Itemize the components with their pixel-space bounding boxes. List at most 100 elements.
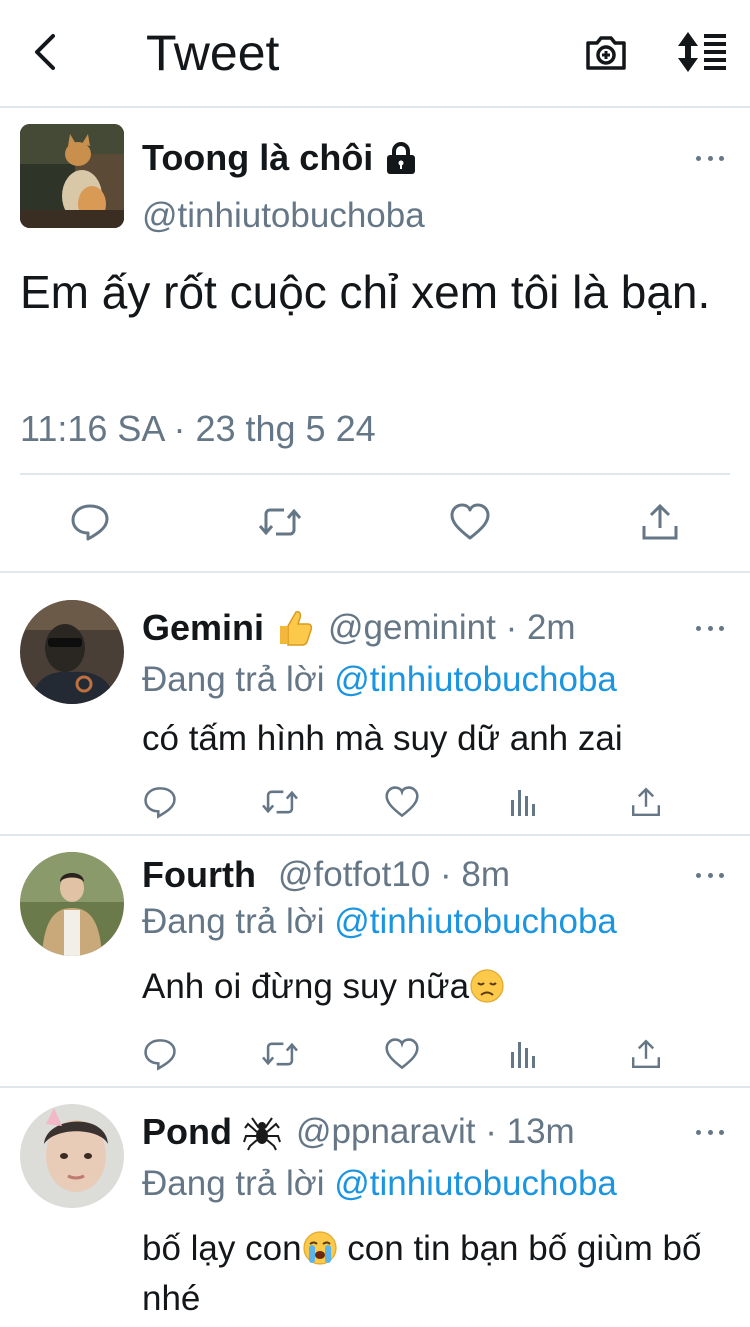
reply-header: Gemini @geminint · 2m — [142, 606, 576, 650]
replying-prefix: Đang trả lời — [142, 1164, 335, 1203]
person-photo-icon — [20, 852, 124, 956]
reply-text-content: Anh oi đừng suy nữa — [142, 967, 470, 1006]
person-photo-icon — [20, 600, 124, 704]
more-options-button[interactable] — [696, 618, 724, 638]
reply-header: Fourth @fotfot10 · 8m — [142, 853, 510, 897]
replying-prefix: Đang trả lời — [142, 660, 335, 699]
back-button[interactable] — [24, 28, 68, 76]
divider — [0, 571, 750, 573]
tweet-timestamp[interactable]: 11:16 SA · 23 thg 5 24 — [20, 406, 376, 452]
retweet-button[interactable] — [260, 1034, 300, 1074]
reply-author-name[interactable]: Pond — [142, 1110, 232, 1154]
camera-button[interactable] — [582, 28, 630, 76]
tweet-action-bar — [0, 498, 750, 550]
disappointed-face-emoji-icon — [470, 969, 504, 1003]
reply-author-name[interactable]: Fourth — [142, 853, 256, 897]
dot — [696, 1129, 701, 1135]
divider — [0, 1086, 750, 1088]
reply-text: có tấm hình mà suy dữ anh zai — [142, 719, 623, 758]
mention-link[interactable]: @tinhiutobuchoba — [334, 1164, 617, 1203]
retweet-icon — [262, 1042, 298, 1066]
author-name[interactable]: Toong là chôi — [142, 136, 373, 180]
analytics-button[interactable] — [504, 782, 544, 822]
share-button[interactable] — [626, 1034, 666, 1074]
share-icon — [632, 787, 660, 816]
dot — [707, 625, 713, 631]
dot — [719, 625, 724, 631]
author-name-row: Toong là chôi — [142, 136, 419, 180]
mention-link[interactable]: @tinhiutobuchoba — [334, 902, 617, 941]
heart-icon — [385, 1038, 419, 1070]
analytics-button[interactable] — [504, 1034, 544, 1074]
reply-header: Pond @ppnaravit · 13m — [142, 1110, 575, 1154]
reply-text: Anh oi đừng suy nữa — [142, 962, 722, 1012]
reply-button[interactable] — [68, 498, 112, 546]
top-bar: Tweet — [0, 0, 750, 108]
dot — [719, 872, 724, 878]
divider — [0, 834, 750, 836]
share-icon — [632, 1039, 660, 1068]
share-icon — [642, 503, 678, 540]
analytics-icon — [511, 790, 535, 816]
heart-icon — [450, 503, 490, 540]
retweet-icon — [258, 508, 302, 536]
dot — [719, 155, 724, 161]
sort-list-icon — [678, 32, 726, 72]
reply-handle-time[interactable]: @geminint · 2m — [328, 606, 576, 650]
retweet-icon — [262, 790, 298, 814]
author-avatar[interactable] — [20, 124, 124, 228]
page-title: Tweet — [146, 25, 280, 81]
chevron-left-icon — [35, 34, 55, 70]
like-button[interactable] — [382, 782, 422, 822]
dot — [707, 155, 713, 161]
author-handle[interactable]: @tinhiutobuchoba — [142, 194, 425, 238]
reply-action-bar — [140, 1034, 670, 1074]
reply-author-name[interactable]: Gemini — [142, 606, 264, 650]
reply-icon — [144, 787, 176, 819]
cat-photo-icon — [20, 124, 124, 228]
more-options-button[interactable] — [696, 865, 724, 885]
analytics-icon — [511, 1042, 535, 1068]
dot — [696, 872, 701, 878]
camera-plus-icon — [586, 36, 626, 70]
reply-handle-time[interactable]: @fotfot10 · 8m — [278, 853, 510, 897]
reply-icon — [144, 1039, 176, 1071]
reply-icon — [71, 504, 109, 541]
reply-button[interactable] — [140, 1034, 180, 1074]
more-options-button[interactable] — [696, 148, 724, 168]
person-photo-icon — [20, 1104, 124, 1208]
like-button[interactable] — [448, 498, 492, 546]
more-options-button[interactable] — [696, 1122, 724, 1142]
lock-icon — [387, 142, 416, 174]
tweet-text: Em ấy rốt cuộc chỉ xem tôi là bạn. — [20, 266, 711, 318]
reply-avatar[interactable] — [20, 852, 124, 956]
reply-button[interactable] — [140, 782, 180, 822]
spider-emoji-icon — [243, 1117, 281, 1151]
share-button[interactable] — [638, 498, 682, 546]
share-button[interactable] — [626, 782, 666, 822]
divider — [20, 473, 730, 475]
replying-prefix: Đang trả lời — [142, 902, 335, 941]
like-button[interactable] — [382, 1034, 422, 1074]
reply-avatar[interactable] — [20, 600, 124, 704]
reply-text-part1: bố lạy con — [142, 1229, 302, 1268]
sort-button[interactable] — [676, 28, 728, 76]
dot — [696, 155, 701, 161]
reply-text: bố lạy con con tin bạn bố giùm bố nhé — [142, 1224, 702, 1324]
reply-avatar[interactable] — [20, 1104, 124, 1208]
reply-handle-time[interactable]: @ppnaravit · 13m — [296, 1110, 575, 1154]
dot — [696, 625, 701, 631]
heart-icon — [385, 786, 419, 818]
retweet-button[interactable] — [260, 782, 300, 822]
reply-action-bar — [140, 782, 670, 822]
retweet-button[interactable] — [258, 498, 302, 546]
replying-to: Đang trả lời @tinhiutobuchoba — [142, 1162, 617, 1206]
thumbs-up-emoji-icon — [280, 611, 313, 646]
loudly-crying-face-emoji-icon — [302, 1231, 337, 1265]
dot — [707, 1129, 713, 1135]
replying-to: Đang trả lời @tinhiutobuchoba — [142, 900, 617, 944]
dot — [719, 1129, 724, 1135]
dot — [707, 872, 713, 878]
mention-link[interactable]: @tinhiutobuchoba — [334, 660, 617, 699]
replying-to: Đang trả lời @tinhiutobuchoba — [142, 658, 617, 702]
